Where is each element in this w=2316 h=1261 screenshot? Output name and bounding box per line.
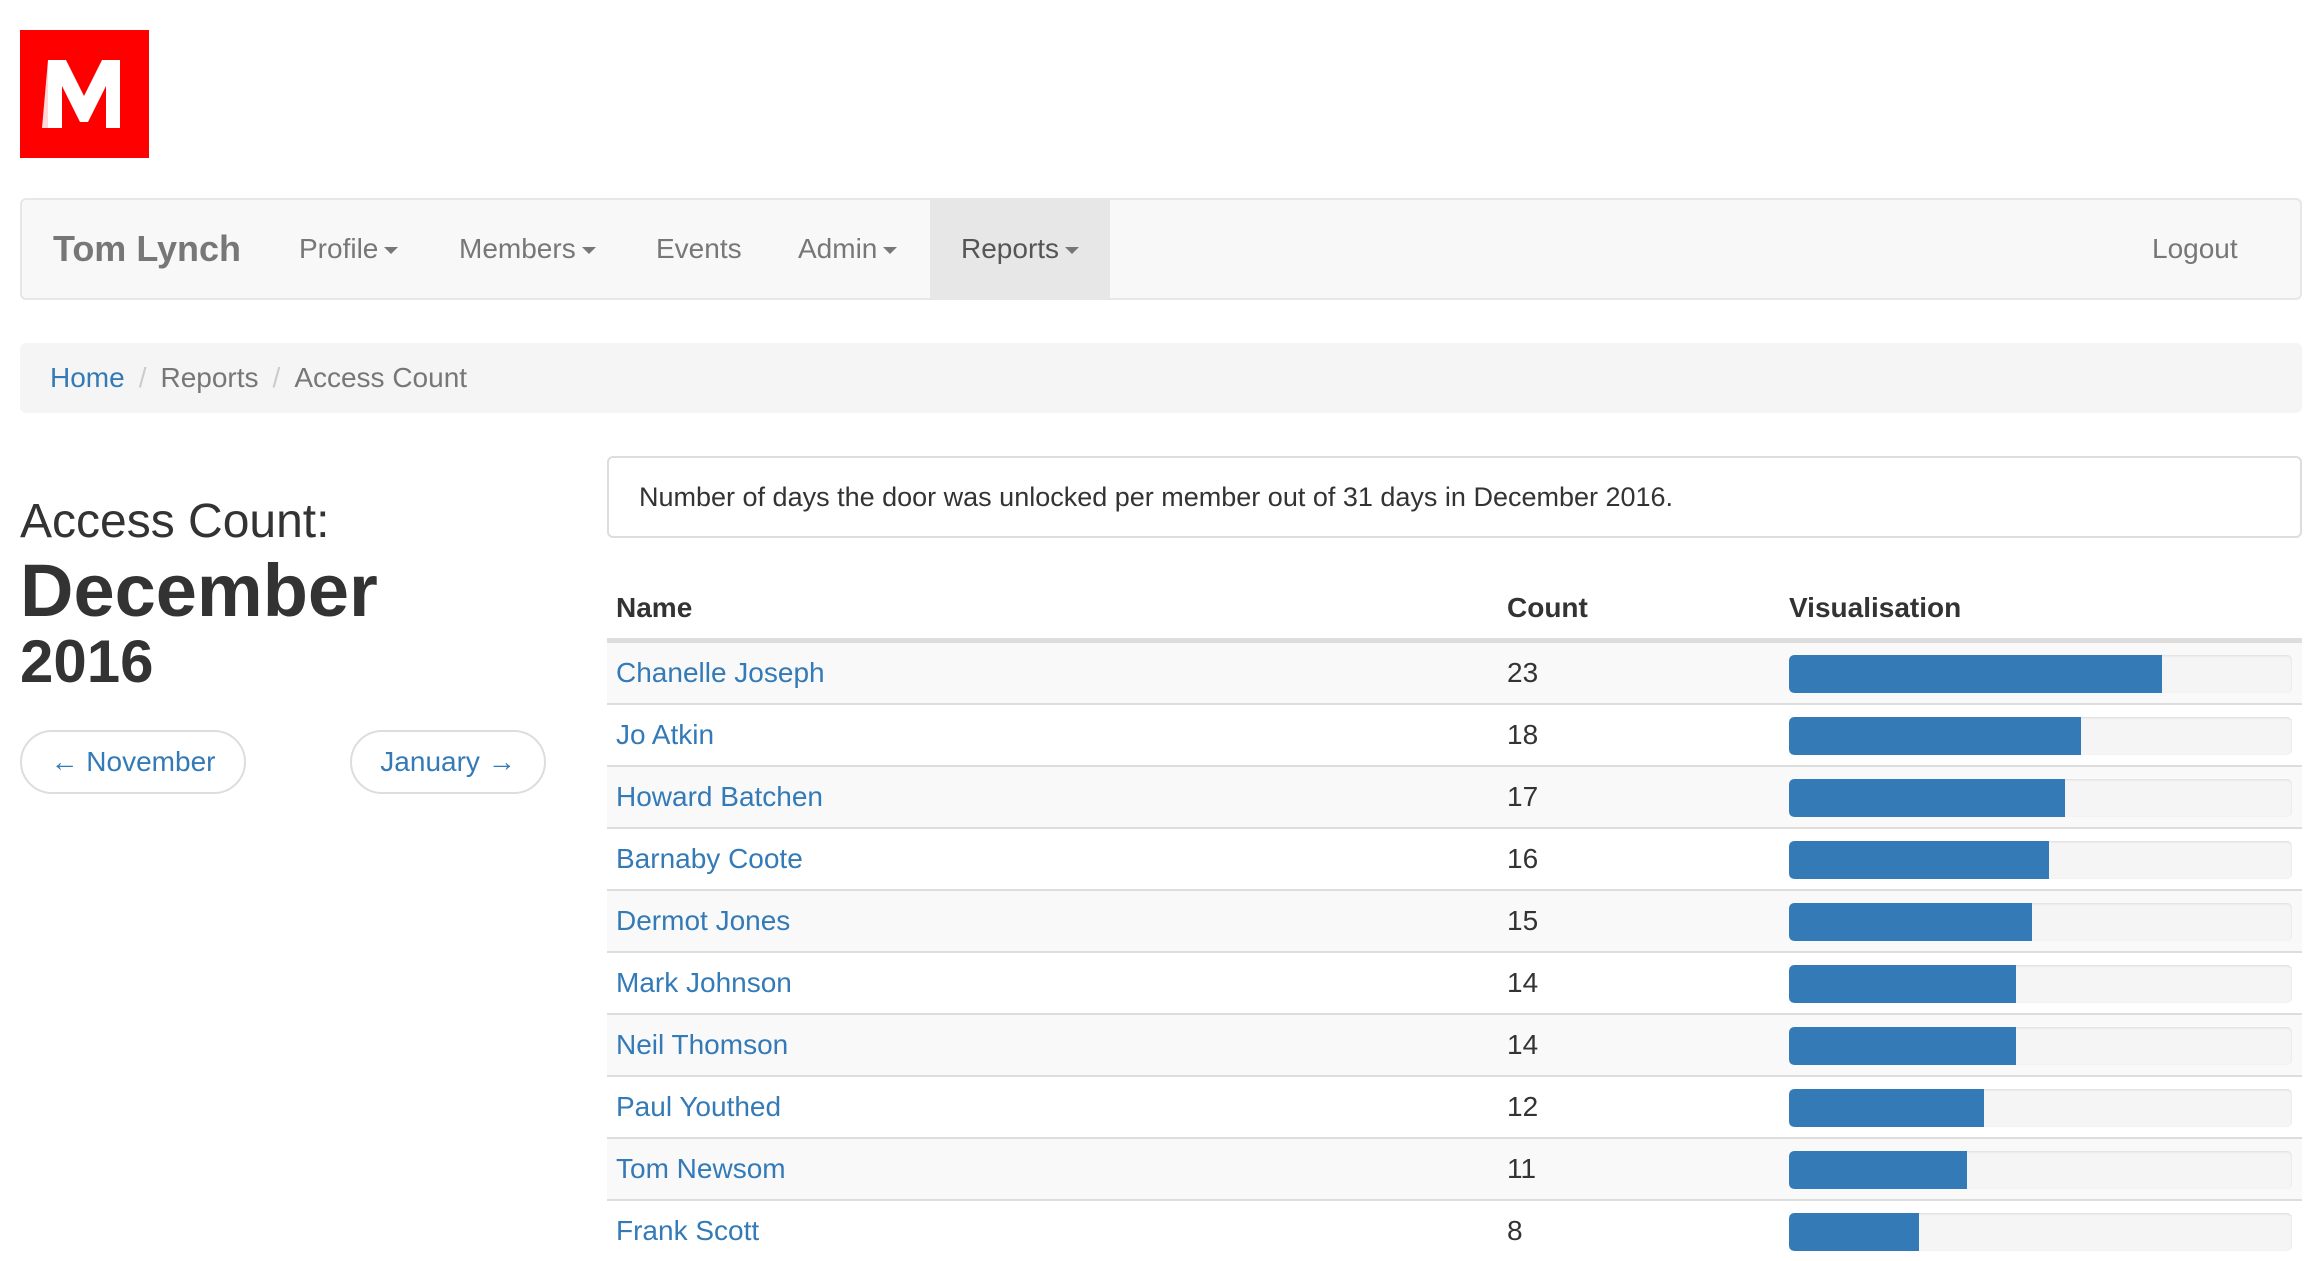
nav-reports-label: Reports xyxy=(961,233,1060,264)
access-count-value: 14 xyxy=(1507,1029,1539,1060)
table-row: Tom Newsom 11 xyxy=(607,1137,2302,1199)
breadcrumb-home[interactable]: Home xyxy=(50,362,125,393)
progress-bar xyxy=(1789,841,2292,879)
breadcrumb-separator: / xyxy=(272,362,281,393)
nav-members[interactable]: Members xyxy=(459,200,596,298)
table-row: Neil Thomson 14 xyxy=(607,1013,2302,1075)
member-name-link[interactable]: Jo Atkin xyxy=(616,705,714,765)
table-row: Barnaby Coote 16 xyxy=(607,827,2302,889)
nav-admin-label: Admin xyxy=(798,233,878,264)
table-row: Paul Youthed 12 xyxy=(607,1075,2302,1137)
table-row: Dermot Jones 15 xyxy=(607,889,2302,951)
progress-bar xyxy=(1789,717,2292,755)
caret-down-icon xyxy=(883,247,898,255)
member-name-link[interactable]: Neil Thomson xyxy=(616,1015,788,1075)
nav-profile-label: Profile xyxy=(299,233,379,264)
access-count-value: 12 xyxy=(1507,1091,1539,1122)
main-navbar: Tom Lynch Profile Members Events Admin R… xyxy=(20,198,2302,300)
progress-bar xyxy=(1789,965,2292,1003)
access-count-table: Name Count Visualisation Chanelle Joseph… xyxy=(607,578,2302,1261)
member-name-link[interactable]: Barnaby Coote xyxy=(616,829,803,889)
progress-bar-fill xyxy=(1789,1027,2017,1065)
page-title-month: December xyxy=(20,549,378,632)
breadcrumb: Home / Reports / Access Count xyxy=(20,343,2302,413)
progress-bar-fill xyxy=(1789,779,2065,817)
next-month-button[interactable]: January → xyxy=(350,730,546,794)
access-count-value: 17 xyxy=(1507,781,1539,812)
m-logo-icon[interactable] xyxy=(20,30,149,158)
progress-bar xyxy=(1789,1151,2292,1189)
breadcrumb-current: Access Count xyxy=(294,362,468,393)
progress-bar-fill xyxy=(1789,841,2049,879)
progress-bar-fill xyxy=(1789,1151,1968,1189)
progress-bar xyxy=(1789,1213,2292,1251)
access-count-value: 16 xyxy=(1507,843,1539,874)
table-body: Chanelle Joseph 23 Jo Atkin 18 Howard Batche… xyxy=(607,641,2302,1261)
table-header: Name Count Visualisation xyxy=(607,578,2302,641)
progress-bar-fill xyxy=(1789,965,2017,1003)
caret-down-icon xyxy=(1065,247,1080,255)
member-name-link[interactable]: Paul Youthed xyxy=(616,1077,781,1137)
table-row: Mark Johnson 14 xyxy=(607,951,2302,1013)
nav-events[interactable]: Events xyxy=(656,200,742,298)
nav-reports[interactable]: Reports xyxy=(930,200,1110,298)
access-count-value: 23 xyxy=(1507,657,1539,688)
nav-events-label: Events xyxy=(656,233,742,264)
progress-bar xyxy=(1789,655,2292,693)
header-name: Name xyxy=(616,592,693,623)
progress-bar-fill xyxy=(1789,903,2033,941)
access-count-value: 8 xyxy=(1507,1215,1523,1246)
prev-month-button[interactable]: ← November xyxy=(20,730,246,794)
member-name-link[interactable]: Tom Newsom xyxy=(616,1139,786,1199)
table-row: Howard Batchen 17 xyxy=(607,765,2302,827)
user-name-brand[interactable]: Tom Lynch xyxy=(53,200,241,298)
nav-admin[interactable]: Admin xyxy=(798,200,898,298)
progress-bar-fill xyxy=(1789,1213,1919,1251)
caret-down-icon xyxy=(581,247,596,255)
caret-down-icon xyxy=(384,247,399,255)
progress-bar-fill xyxy=(1789,1089,1984,1127)
access-count-value: 18 xyxy=(1507,719,1539,750)
progress-bar xyxy=(1789,903,2292,941)
table-row: Frank Scott 8 xyxy=(607,1199,2302,1261)
page-title: Access Count: xyxy=(20,495,330,548)
progress-bar xyxy=(1789,779,2292,817)
access-count-value: 14 xyxy=(1507,967,1539,998)
progress-bar xyxy=(1789,1027,2292,1065)
table-row: Jo Atkin 18 xyxy=(607,703,2302,765)
page-title-year: 2016 xyxy=(20,628,154,695)
progress-bar xyxy=(1789,1089,2292,1127)
header-count: Count xyxy=(1507,592,1588,623)
member-name-link[interactable]: Dermot Jones xyxy=(616,891,790,951)
access-count-value: 15 xyxy=(1507,905,1539,936)
progress-bar-fill xyxy=(1789,655,2163,693)
member-name-link[interactable]: Chanelle Joseph xyxy=(616,643,825,703)
breadcrumb-separator: / xyxy=(138,362,147,393)
member-name-link[interactable]: Howard Batchen xyxy=(616,767,823,827)
info-panel: Number of days the door was unlocked per… xyxy=(607,456,2302,538)
table-row: Chanelle Joseph 23 xyxy=(607,641,2302,703)
nav-profile[interactable]: Profile xyxy=(299,200,399,298)
member-name-link[interactable]: Frank Scott xyxy=(616,1201,759,1261)
progress-bar-fill xyxy=(1789,717,2082,755)
logout-link[interactable]: Logout xyxy=(2152,200,2238,298)
access-count-value: 11 xyxy=(1507,1153,1537,1184)
breadcrumb-reports: Reports xyxy=(160,362,259,393)
header-visualisation: Visualisation xyxy=(1789,592,1962,623)
member-name-link[interactable]: Mark Johnson xyxy=(616,953,792,1013)
nav-members-label: Members xyxy=(459,233,576,264)
